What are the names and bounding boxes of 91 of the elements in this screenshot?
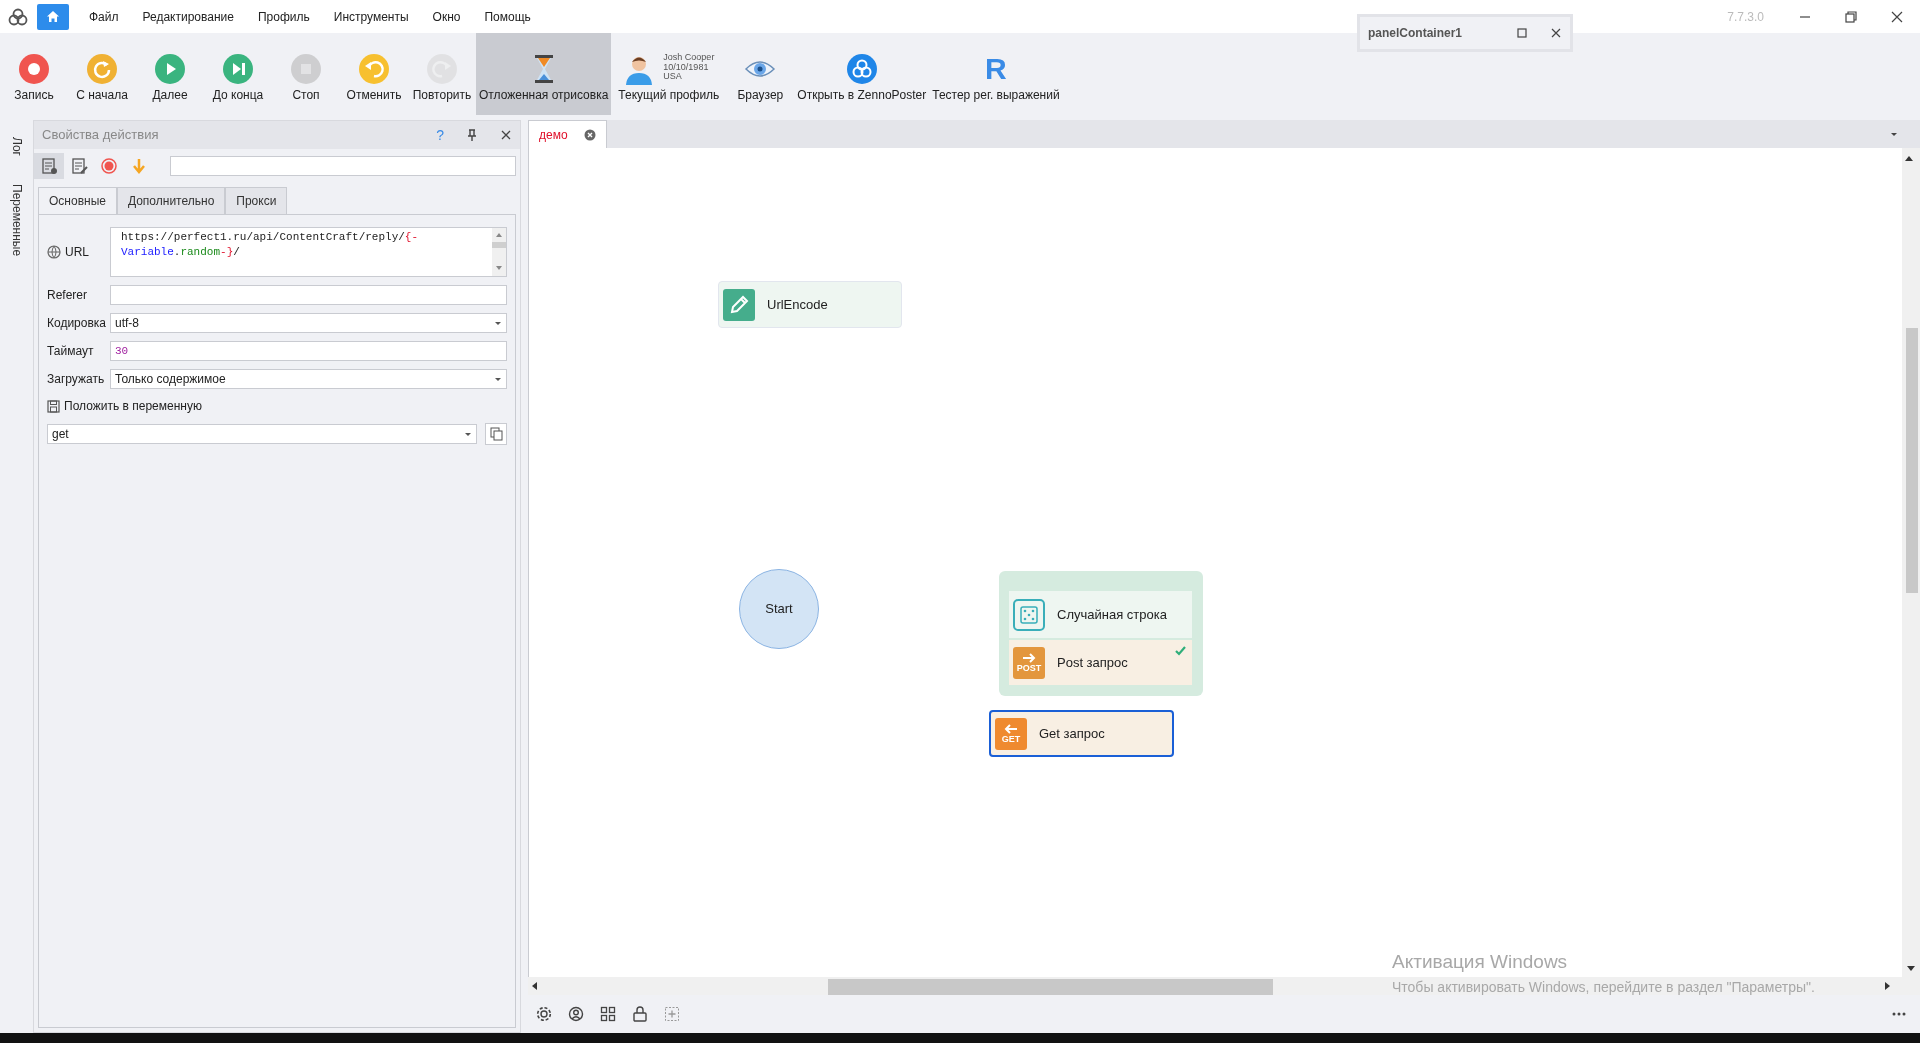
- stop-icon: [290, 53, 322, 86]
- tab[interactable]: Дополнительно: [116, 187, 226, 214]
- home-button[interactable]: [37, 3, 69, 30]
- field-label: Таймаут: [47, 343, 95, 360]
- tab[interactable]: Основные: [38, 187, 117, 214]
- document-gear-icon[interactable]: [40, 157, 58, 175]
- action-node[interactable]: UrlEncode: [718, 281, 902, 328]
- more-icon[interactable]: [1892, 1012, 1906, 1016]
- user-icon[interactable]: [568, 1006, 584, 1022]
- restart-icon: [86, 53, 118, 86]
- side-tab[interactable]: Лог: [7, 131, 26, 162]
- skip-end-icon: [222, 53, 254, 86]
- field-label: Положить в переменную: [64, 398, 202, 415]
- profile-country: USA: [663, 71, 683, 82]
- toolbar-button[interactable]: Запись: [0, 33, 68, 115]
- copy-icon[interactable]: [489, 427, 503, 441]
- scroll-thumb[interactable]: [1906, 328, 1918, 593]
- tab[interactable]: Прокси: [225, 187, 288, 214]
- globe-icon: [47, 245, 61, 259]
- dropdown[interactable]: utf-8: [110, 313, 507, 333]
- dropdown[interactable]: get: [47, 424, 477, 444]
- play-icon: [154, 53, 186, 86]
- profile-name: Josh Cooper: [663, 53, 715, 63]
- restore-icon[interactable]: [1844, 10, 1858, 25]
- version-label: 7.7.3.0: [1727, 8, 1764, 26]
- scrollbar[interactable]: [492, 228, 506, 276]
- home-icon: [46, 10, 60, 23]
- panel-title: Свойства действия: [42, 126, 160, 145]
- side-tab[interactable]: Переменные: [7, 177, 26, 263]
- toolbar-button[interactable]: До конца: [204, 33, 272, 115]
- input-field[interactable]: [110, 285, 507, 305]
- menu-item[interactable]: Окно: [420, 7, 473, 26]
- search-field[interactable]: [170, 156, 516, 176]
- maximize-icon[interactable]: [1516, 27, 1528, 39]
- toolbar-button[interactable]: Браузер: [726, 33, 795, 115]
- scroll-thumb[interactable]: [828, 979, 1273, 995]
- document-edit-icon[interactable]: [70, 157, 88, 175]
- profile-birthdate: 10/10/1981: [663, 62, 709, 72]
- menu-item[interactable]: Файл: [77, 7, 131, 26]
- field-label: URL: [65, 244, 89, 261]
- menu-item[interactable]: Профиль: [245, 7, 322, 26]
- menu-item[interactable]: Редактирование: [130, 7, 246, 26]
- close-icon[interactable]: [583, 128, 596, 141]
- get-badge: GET: [995, 717, 1027, 750]
- action-node[interactable]: GET Get запрос: [989, 710, 1174, 757]
- field-label: Загружать: [47, 371, 106, 388]
- close-icon[interactable]: [500, 129, 512, 141]
- field-label: Кодировка: [47, 315, 107, 332]
- activation-title: Активация Windows: [1392, 950, 1569, 974]
- start-node[interactable]: Start: [739, 569, 819, 649]
- pencil-icon: [723, 288, 755, 321]
- undo-icon: [358, 53, 390, 86]
- toolbar-button[interactable]: Josh Cooper 10/10/1981 USA Текущий профиль: [611, 33, 727, 115]
- url-field[interactable]: https://perfect1.ru/api/ContentCraft/reply/{- Variable.random-}/: [110, 227, 507, 277]
- action-node[interactable]: POST Post запрос: [1009, 638, 1192, 685]
- post-badge: POST: [1013, 646, 1045, 679]
- toolbar-button[interactable]: Открыть в ZennoPoster: [794, 33, 930, 115]
- grid-icon[interactable]: [600, 1006, 616, 1022]
- app-logo-icon: [7, 6, 29, 27]
- toolbar-button[interactable]: С начала: [68, 33, 136, 115]
- pin-icon[interactable]: [466, 129, 478, 141]
- toolbar-button[interactable]: Отложенная отрисовка: [476, 33, 612, 115]
- dropdown-caret-icon[interactable]: [1890, 131, 1898, 137]
- caret-icon: [464, 431, 472, 437]
- vertical-scrollbar[interactable]: [1902, 148, 1920, 977]
- horizontal-scrollbar[interactable]: [528, 977, 1920, 995]
- toolbar-button[interactable]: Далее: [136, 33, 204, 115]
- field-label: Referer: [47, 287, 88, 304]
- close-icon[interactable]: [1890, 10, 1904, 25]
- caret-icon: [494, 376, 502, 382]
- menu-item[interactable]: Инструменты: [321, 7, 421, 26]
- menu-item[interactable]: Помощь: [472, 7, 543, 26]
- node-group[interactable]: Случайная строка POST Post запрос: [999, 571, 1203, 696]
- dice-icon: [1013, 598, 1045, 631]
- dropdown[interactable]: Только содержимое: [110, 369, 507, 389]
- trefoil-logo-icon: [845, 53, 878, 86]
- input-field[interactable]: 30: [110, 341, 507, 361]
- action-node[interactable]: Случайная строка: [1009, 591, 1192, 638]
- document-tab[interactable]: демо: [528, 120, 607, 148]
- toolbar-button[interactable]: Отменить: [340, 33, 408, 115]
- arrow-icon: [1021, 652, 1037, 664]
- record-icon: [18, 53, 50, 86]
- toolbar-button[interactable]: R Тестер рег. выражений: [929, 33, 1063, 115]
- arrow-icon: [1003, 723, 1019, 735]
- activation-message: Чтобы активировать Windows, перейдите в раздел "Параметры".: [1392, 977, 1815, 997]
- settings-icon[interactable]: [536, 1006, 552, 1022]
- close-icon[interactable]: [1550, 27, 1562, 39]
- panel-title: panelContainer1: [1368, 25, 1464, 42]
- record-icon[interactable]: [100, 157, 118, 175]
- caret-icon: [494, 320, 502, 326]
- lock-icon[interactable]: [632, 1006, 648, 1022]
